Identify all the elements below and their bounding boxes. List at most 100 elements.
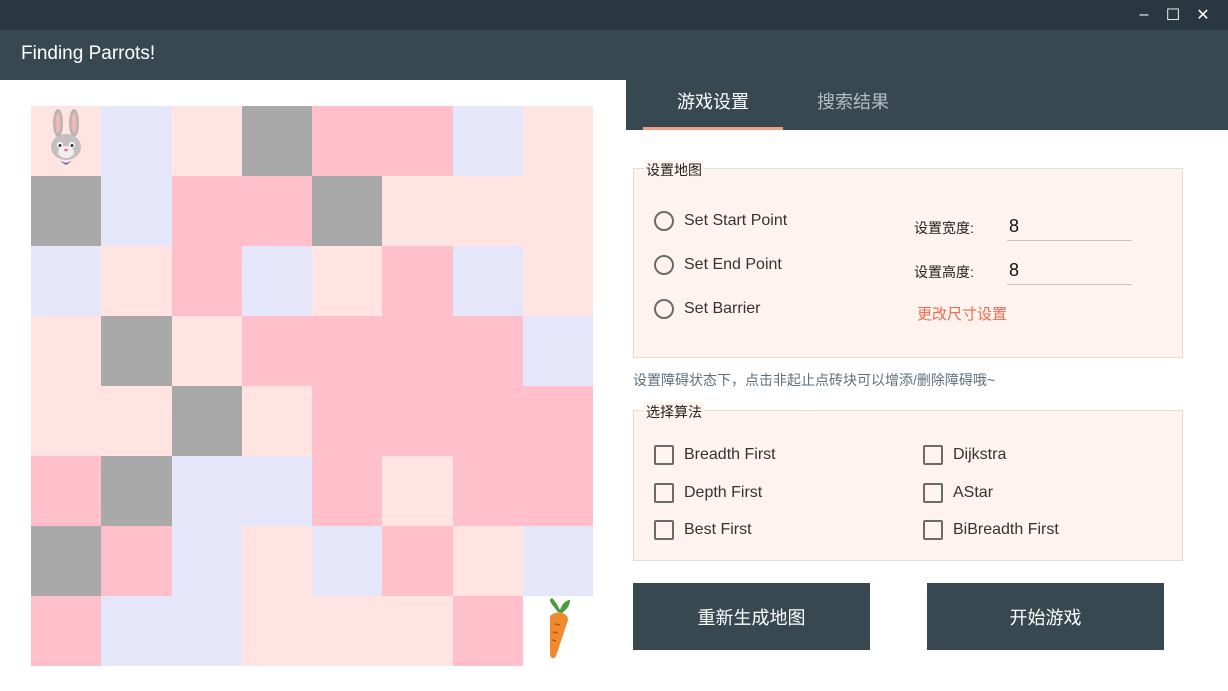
minimize-button[interactable]: – [1131, 3, 1157, 27]
checkbox-label: Best First [684, 521, 752, 538]
map-cell[interactable] [31, 596, 102, 666]
map-cell[interactable] [382, 596, 453, 666]
map-cell[interactable] [241, 386, 312, 456]
maximize-icon: ☐ [1165, 7, 1181, 24]
map-settings-title: 设置地图 [644, 160, 704, 180]
map-settings-group: 设置地图 Set Start Point Set End Point Set B… [633, 160, 1183, 358]
map-cell[interactable] [31, 386, 102, 456]
map-cell[interactable] [312, 106, 383, 176]
map-cell[interactable] [522, 106, 593, 176]
map-cell[interactable] [452, 316, 523, 386]
barrier-cell[interactable] [31, 176, 102, 246]
title-bar: Finding Parrots! [0, 30, 1228, 80]
barrier-cell[interactable] [312, 176, 383, 246]
map-cell[interactable] [101, 386, 172, 456]
map-cell[interactable] [171, 246, 242, 316]
map-cell[interactable] [241, 456, 312, 526]
map-cell[interactable] [452, 246, 523, 316]
map-cell[interactable] [522, 176, 593, 246]
map-cell[interactable] [312, 386, 383, 456]
map-cell[interactable] [241, 596, 312, 666]
barrier-cell[interactable] [171, 386, 242, 456]
map-cell[interactable] [171, 176, 242, 246]
map-cell[interactable] [101, 106, 172, 176]
map-cell[interactable] [241, 316, 312, 386]
map-cell[interactable] [522, 316, 593, 386]
map-cell[interactable] [171, 596, 242, 666]
map-cell[interactable] [452, 386, 523, 456]
map-cell[interactable] [31, 246, 102, 316]
radio-label: Set End Point [684, 256, 782, 273]
map-cell[interactable] [101, 526, 172, 596]
map-cell[interactable] [312, 526, 383, 596]
map-grid [31, 106, 593, 666]
checkbox-breadth-first[interactable]: Breadth First [654, 445, 776, 465]
checkbox-bibreadth-first[interactable]: BiBreadth First [923, 520, 1059, 540]
map-cell[interactable] [171, 456, 242, 526]
tab-game-settings[interactable]: 游戏设置 [643, 80, 783, 130]
height-label: 设置高度: [914, 264, 974, 280]
checkbox-icon [923, 483, 943, 503]
barrier-cell[interactable] [101, 316, 172, 386]
checkbox-label: Depth First [684, 484, 763, 501]
checkbox-best-first[interactable]: Best First [654, 520, 752, 540]
checkbox-icon [923, 445, 943, 465]
map-cell[interactable] [171, 106, 242, 176]
map-cell[interactable] [382, 316, 453, 386]
checkbox-label: Breadth First [684, 446, 776, 463]
map-cell[interactable] [382, 246, 453, 316]
map-cell[interactable] [31, 316, 102, 386]
maximize-button[interactable]: ☐ [1160, 3, 1186, 27]
map-cell[interactable] [101, 176, 172, 246]
map-cell[interactable] [452, 176, 523, 246]
radio-label: Set Barrier [684, 300, 761, 317]
close-button[interactable]: ✕ [1190, 3, 1216, 27]
map-cell[interactable] [522, 456, 593, 526]
map-cell[interactable] [452, 596, 523, 666]
map-cell[interactable] [522, 386, 593, 456]
window-top-bar: – ☐ ✕ [0, 0, 1228, 30]
map-cell[interactable] [452, 106, 523, 176]
map-cell[interactable] [101, 246, 172, 316]
map-cell[interactable] [382, 456, 453, 526]
start-game-button[interactable]: 开始游戏 [927, 583, 1164, 650]
checkbox-dijkstra[interactable]: Dijkstra [923, 445, 1006, 465]
regenerate-map-button[interactable]: 重新生成地图 [633, 583, 870, 650]
map-cell[interactable] [522, 526, 593, 596]
carrot-icon [536, 597, 580, 665]
apply-size-link[interactable]: 更改尺寸设置 [917, 303, 1007, 324]
map-cell[interactable] [241, 246, 312, 316]
map-cell[interactable] [312, 596, 383, 666]
map-cell[interactable] [171, 316, 242, 386]
end-cell[interactable] [522, 596, 593, 666]
map-cell[interactable] [522, 246, 593, 316]
barrier-cell[interactable] [241, 106, 312, 176]
checkbox-icon [654, 483, 674, 503]
radio-set-start-point[interactable]: Set Start Point [654, 211, 787, 231]
map-cell[interactable] [312, 246, 383, 316]
width-label: 设置宽度: [914, 220, 974, 236]
width-input[interactable] [1007, 213, 1132, 241]
map-cell[interactable] [101, 596, 172, 666]
radio-set-end-point[interactable]: Set End Point [654, 255, 782, 275]
map-cell[interactable] [241, 176, 312, 246]
map-cell[interactable] [241, 526, 312, 596]
map-cell[interactable] [31, 456, 102, 526]
radio-set-barrier[interactable]: Set Barrier [654, 299, 760, 319]
map-cell[interactable] [452, 526, 523, 596]
barrier-cell[interactable] [31, 526, 102, 596]
map-cell[interactable] [382, 526, 453, 596]
tab-search-results[interactable]: 搜索结果 [783, 80, 923, 130]
map-cell[interactable] [382, 176, 453, 246]
barrier-cell[interactable] [101, 456, 172, 526]
map-cell[interactable] [452, 456, 523, 526]
map-cell[interactable] [171, 526, 242, 596]
start-cell[interactable] [31, 106, 102, 176]
map-cell[interactable] [382, 386, 453, 456]
map-cell[interactable] [312, 316, 383, 386]
checkbox-depth-first[interactable]: Depth First [654, 483, 762, 503]
map-cell[interactable] [382, 106, 453, 176]
height-input[interactable] [1007, 257, 1132, 285]
map-cell[interactable] [312, 456, 383, 526]
checkbox-astar[interactable]: AStar [923, 483, 993, 503]
